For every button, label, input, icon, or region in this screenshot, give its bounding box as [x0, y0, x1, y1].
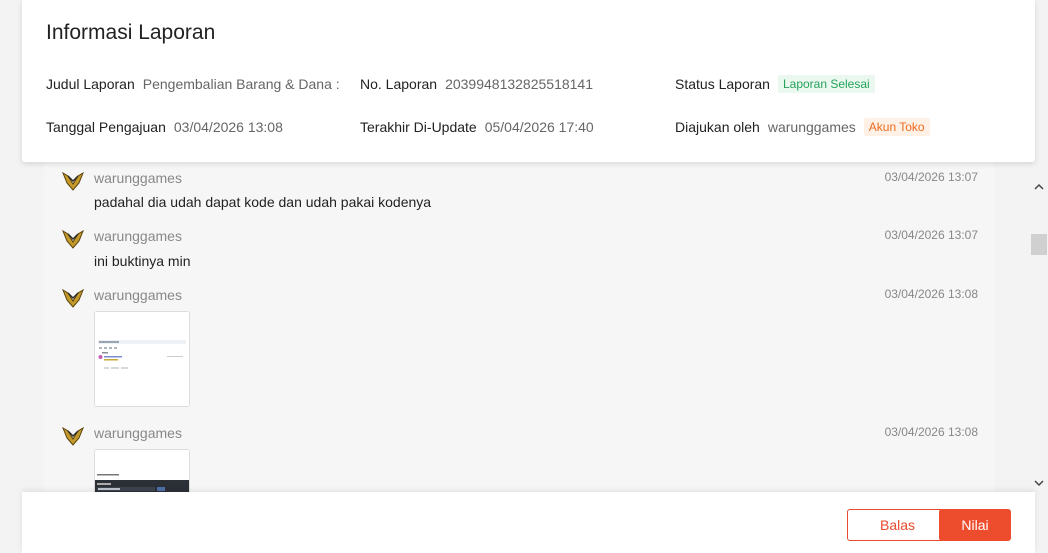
message-sender: warunggames: [94, 425, 182, 441]
attachment-image[interactable]: [94, 311, 190, 407]
chat-history[interactable]: warunggames 03/04/2026 13:07 padahal dia…: [0, 162, 1048, 492]
warunggames-logo-icon: [62, 229, 84, 249]
report-title-value: Pengembalian Barang & Dana :: [142, 76, 340, 92]
message-time: 03/04/2026 13:07: [884, 170, 978, 184]
message-sender: warunggames: [94, 287, 182, 303]
message-time: 03/04/2026 13:08: [884, 287, 978, 301]
scrollbar-thumb[interactable]: [1031, 234, 1047, 255]
warunggames-logo-icon: [62, 171, 84, 191]
screenshot-thumbnail: [95, 450, 189, 492]
chevron-down-icon[interactable]: [1030, 476, 1048, 492]
message-text: ini buktinya min: [94, 253, 191, 269]
message-time: 03/04/2026 13:08: [884, 425, 978, 439]
message-sender: warunggames: [94, 228, 182, 244]
submitted-by-value: warunggames: [767, 119, 856, 135]
message-time: 03/04/2026 13:07: [884, 228, 978, 242]
report-title-label: Judul Laporan: [46, 76, 135, 92]
last-updated-label: Terakhir Di-Update: [360, 119, 477, 135]
submission-date-value: 03/04/2026 13:08: [173, 119, 283, 135]
warunggames-logo-icon: [62, 288, 84, 308]
report-status-label: Status Laporan: [675, 76, 770, 92]
warunggames-logo-icon: [62, 426, 84, 446]
message-text: padahal dia udah dapat kode dan udah pak…: [94, 194, 432, 210]
submission-date-field: Tanggal Pengajuan 03/04/2026 13:08: [46, 119, 283, 135]
page-title: Informasi Laporan: [46, 21, 216, 44]
message-sender: warunggames: [94, 170, 182, 186]
submitted-by-field: Diajukan oleh warunggames Akun Toko: [675, 118, 930, 136]
last-updated-value: 05/04/2026 17:40: [484, 119, 594, 135]
status-badge: Laporan Selesai: [777, 75, 875, 93]
report-number-label: No. Laporan: [360, 76, 438, 92]
report-info-card: Informasi Laporan Judul Laporan Pengemba…: [22, 0, 1035, 162]
chevron-up-icon[interactable]: [1030, 180, 1048, 196]
submitted-by-label: Diajukan oleh: [675, 119, 760, 135]
report-status-field: Status Laporan Laporan Selesai: [675, 75, 875, 93]
rate-button[interactable]: Nilai: [939, 509, 1011, 541]
chat-scrollbar[interactable]: [1030, 178, 1048, 492]
chat-list: warunggames 03/04/2026 13:07 padahal dia…: [44, 162, 994, 492]
account-type-badge: Akun Toko: [863, 118, 930, 136]
attachment-image[interactable]: [94, 449, 190, 492]
report-title-field: Judul Laporan Pengembalian Barang & Dana…: [46, 76, 340, 92]
report-number-value: 2039948132825518141: [445, 76, 593, 92]
screenshot-thumbnail: [95, 312, 189, 406]
reply-button[interactable]: Balas: [847, 509, 948, 541]
report-number-field: No. Laporan 2039948132825518141: [360, 76, 593, 92]
last-updated-field: Terakhir Di-Update 05/04/2026 17:40: [360, 119, 594, 135]
action-footer: Balas Nilai: [22, 492, 1035, 553]
submission-date-label: Tanggal Pengajuan: [46, 119, 166, 135]
